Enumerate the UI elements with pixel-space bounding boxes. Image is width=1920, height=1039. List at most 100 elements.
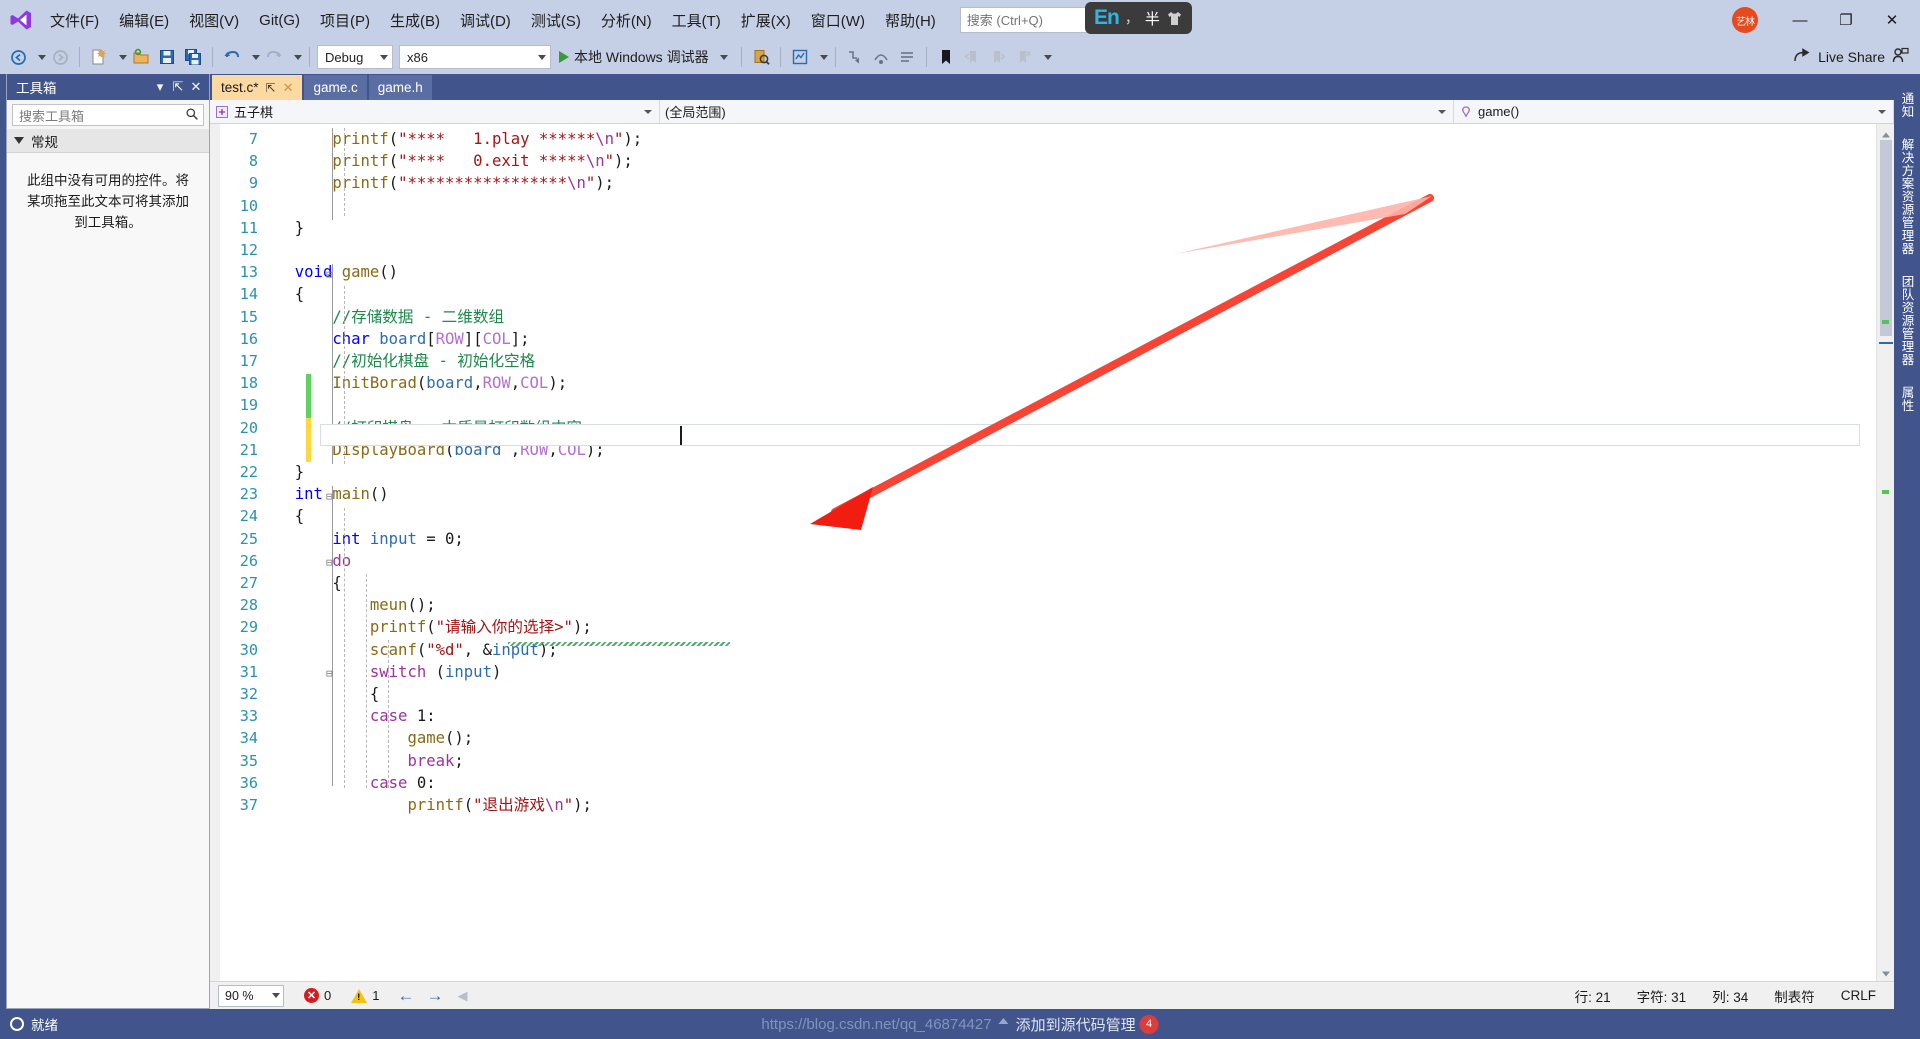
attach-process-icon[interactable]	[749, 44, 773, 70]
toolbox-group-general[interactable]: 常规	[7, 129, 209, 153]
toolbox-search-box[interactable]: 搜索工具箱	[12, 104, 204, 126]
solution-configuration-combo[interactable]: Debug	[317, 45, 393, 69]
menu-tools[interactable]: 工具(T)	[662, 5, 731, 36]
menu-build[interactable]: 生成(B)	[380, 5, 450, 36]
scroll-marker-caret	[1879, 342, 1893, 344]
column-indicator: 列: 34	[1712, 989, 1749, 1005]
clear-bookmarks-icon[interactable]	[1012, 44, 1036, 70]
toolbox-close-icon[interactable]: ✕	[187, 79, 205, 95]
watermark-url: https://blog.csdn.net/qq_46874427	[761, 1015, 992, 1033]
fold-toggle-switch[interactable]: ⊟	[326, 667, 333, 680]
new-project-icon[interactable]	[87, 44, 111, 70]
bookmark-icon[interactable]	[934, 44, 958, 70]
step-over-icon[interactable]	[869, 44, 893, 70]
code-surface[interactable]: ⊟ ⊟ ⊟ ⊟ 7 printf("**** 1.play ******\n")…	[220, 124, 1876, 981]
navbar-member-dropdown[interactable]: game()	[1454, 100, 1894, 123]
menu-window[interactable]: 窗口(W)	[801, 5, 875, 36]
menu-debug[interactable]: 调试(D)	[450, 5, 521, 36]
fold-toggle-do[interactable]: ⊟	[326, 556, 333, 569]
undo-dropdown-icon[interactable]	[252, 54, 260, 60]
minimize-button[interactable]: —	[1778, 4, 1822, 36]
diagnostic-tools-icon[interactable]	[788, 44, 812, 70]
back-dropdown-icon[interactable]	[38, 54, 46, 60]
error-count-group[interactable]: ✕ 0	[304, 988, 331, 1003]
line-number: 20	[239, 418, 258, 437]
navigate-back-button[interactable]	[6, 44, 30, 70]
menu-analyze[interactable]: 分析(N)	[591, 5, 662, 36]
vtab-properties[interactable]: 属性	[1894, 376, 1920, 422]
toolbox-pin-icon[interactable]: ⇱	[169, 79, 187, 95]
previous-bookmark-icon[interactable]	[960, 44, 984, 70]
step-into-icon[interactable]	[843, 44, 867, 70]
live-share-account-icon[interactable]	[1891, 46, 1910, 68]
toolbox-search-icon[interactable]	[185, 107, 199, 124]
code-text[interactable]: 7 printf("**** 1.play ******\n"); 8 prin…	[220, 124, 1876, 816]
solution-platform-combo[interactable]: x86	[399, 45, 551, 69]
navbar-scope-dropdown[interactable]: (全局范围)	[660, 100, 1454, 123]
next-bookmark-icon[interactable]	[986, 44, 1010, 70]
tab-pin-icon[interactable]: ⇱	[266, 81, 276, 95]
zoom-level-combo[interactable]: 90 %	[218, 984, 284, 1007]
toolbar-overflow-icon[interactable]	[1043, 54, 1052, 60]
toolbox-header: 工具箱 ▾ ⇱ ✕	[7, 74, 209, 100]
indentation-indicator[interactable]: 制表符	[1774, 986, 1815, 1006]
line-ending-indicator[interactable]: CRLF	[1841, 988, 1876, 1003]
tab-game-h[interactable]: game.h	[368, 75, 432, 100]
fold-toggle-main[interactable]: ⊟	[326, 490, 333, 503]
tab-close-icon[interactable]: ✕	[283, 80, 294, 96]
vtab-team-explorer[interactable]: 团队资源管理器	[1894, 265, 1920, 376]
tab-test-c[interactable]: test.c* ⇱ ✕	[212, 75, 303, 100]
menu-edit[interactable]: 编辑(E)	[109, 5, 179, 36]
undo-icon[interactable]	[220, 44, 244, 70]
open-file-icon[interactable]	[129, 44, 153, 70]
scroll-down-arrow-icon[interactable]	[1881, 967, 1891, 977]
scroll-up-arrow-icon[interactable]	[1881, 128, 1891, 138]
editor-left-margin	[210, 124, 220, 981]
toolbar-separator-6	[834, 47, 836, 67]
save-icon[interactable]	[155, 44, 179, 70]
redo-dropdown-icon[interactable]	[294, 54, 302, 60]
vtab-solution-explorer[interactable]: 解决方案资源管理器	[1894, 128, 1920, 265]
main-menu[interactable]: 文件(F) 编辑(E) 视图(V) Git(G) 项目(P) 生成(B) 调试(…	[40, 5, 946, 36]
menu-git[interactable]: Git(G)	[249, 7, 310, 34]
start-debugging-button[interactable]: 本地 Windows 调试器	[553, 44, 734, 70]
navigate-forward-button[interactable]	[48, 44, 72, 70]
line-number: 27	[239, 574, 258, 593]
indent-guide-4	[366, 574, 367, 788]
menu-file[interactable]: 文件(F)	[40, 5, 109, 36]
indent-guide-5	[388, 640, 389, 788]
redo-icon[interactable]	[262, 44, 286, 70]
maximize-button[interactable]: ❐	[1824, 4, 1868, 36]
previous-error-arrow-icon[interactable]: ←	[397, 986, 414, 1006]
navbar-project-dropdown[interactable]: 五子棋	[210, 100, 660, 123]
new-project-dropdown-icon[interactable]	[119, 54, 127, 60]
live-share-button[interactable]: Live Share	[1793, 46, 1920, 68]
ime-indicator[interactable]: En ， 半	[1085, 2, 1192, 34]
line-number: 10	[239, 196, 258, 215]
next-error-arrow-icon[interactable]: →	[426, 986, 443, 1006]
notification-badge[interactable]: 4	[1139, 1014, 1159, 1034]
close-button[interactable]: ✕	[1870, 4, 1914, 36]
menu-test[interactable]: 测试(S)	[521, 5, 591, 36]
save-all-icon[interactable]	[181, 44, 205, 70]
scroll-thumb[interactable]	[1880, 140, 1892, 336]
vtab-notifications[interactable]: 通知	[1894, 82, 1920, 128]
comment-selection-icon[interactable]	[895, 44, 919, 70]
toolbar-separator-2	[212, 47, 213, 67]
menu-extensions[interactable]: 扩展(X)	[731, 5, 801, 36]
menu-project[interactable]: 项目(P)	[310, 5, 380, 36]
warning-count-group[interactable]: 1	[351, 988, 379, 1003]
diagnostic-dropdown-icon[interactable]	[819, 54, 828, 60]
toolbox-dropdown-icon[interactable]: ▾	[151, 79, 169, 95]
tab-game-c[interactable]: game.c	[304, 75, 367, 100]
avatar[interactable]: 艺林	[1732, 7, 1758, 33]
fold-toggle-game[interactable]: ⊟	[326, 268, 333, 281]
code-editor[interactable]: ⊟ ⊟ ⊟ ⊟ 7 printf("**** 1.play ******\n")…	[210, 124, 1894, 981]
editor-vertical-scrollbar[interactable]	[1876, 124, 1894, 981]
toolbar-separator	[79, 47, 80, 67]
warning-icon	[351, 988, 368, 1003]
add-to-source-control-label[interactable]: 添加到源代码管理	[1016, 1014, 1136, 1035]
menu-help[interactable]: 帮助(H)	[875, 5, 946, 36]
menu-view[interactable]: 视图(V)	[179, 5, 249, 36]
error-list-collapse-icon[interactable]: ◀	[457, 988, 467, 1004]
